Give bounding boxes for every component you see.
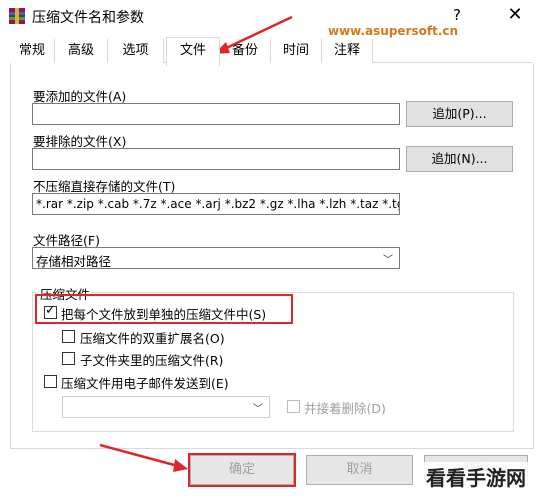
subfolder-archives-checkbox[interactable] <box>62 352 75 365</box>
watermark-site-logo: 看看手游网 <box>422 462 530 491</box>
window-title: 压缩文件名和参数 <box>32 10 144 26</box>
subfolder-archives-label[interactable]: 子文件夹里的压缩文件(R) <box>80 350 223 369</box>
email-address-select[interactable]: ﹀ <box>62 396 270 418</box>
delete-after-label[interactable]: 并接着删除(D) <box>304 398 386 417</box>
tab-comment[interactable]: 注释 <box>322 39 373 63</box>
store-files-input[interactable]: *.rar *.zip *.cab *.7z *.ace *.arj *.bz2… <box>32 193 400 215</box>
email-archives-checkbox[interactable] <box>44 375 57 388</box>
tab-advanced[interactable]: 高级 <box>55 39 108 63</box>
cancel-button[interactable]: 取消 <box>306 455 413 485</box>
exclude-files-button[interactable]: 追加(N)... <box>406 146 513 172</box>
email-archives-label[interactable]: 压缩文件用电子邮件发送到(E) <box>61 373 229 392</box>
add-files-button[interactable]: 追加(P)... <box>406 101 513 127</box>
ok-highlight-box <box>188 453 296 487</box>
close-icon[interactable]: ✕ <box>502 4 528 25</box>
tab-options[interactable]: 选项 <box>108 39 164 63</box>
double-extension-checkbox[interactable] <box>62 330 75 343</box>
file-path-select[interactable]: 存储相对路径 ﹀ <box>32 247 400 269</box>
tab-time[interactable]: 时间 <box>271 39 322 63</box>
chevron-down-icon: ﹀ <box>253 404 263 415</box>
file-path-value: 存储相对路径 <box>36 254 112 269</box>
double-extension-label[interactable]: 压缩文件的双重扩展名(O) <box>80 328 225 347</box>
watermark-url: www.asupersoft.cn <box>328 24 459 38</box>
exclude-files-input[interactable] <box>32 148 400 170</box>
tab-backup[interactable]: 备份 <box>220 39 271 63</box>
winrar-app-icon <box>8 7 26 25</box>
highlight-box <box>35 294 293 324</box>
delete-after-checkbox[interactable] <box>287 400 300 413</box>
tab-files[interactable]: 文件 <box>166 37 220 66</box>
chevron-down-icon: ﹀ <box>383 255 393 266</box>
tab-general[interactable]: 常规 <box>10 39 55 63</box>
help-icon[interactable]: ? <box>447 6 467 24</box>
add-files-input[interactable] <box>32 103 400 125</box>
